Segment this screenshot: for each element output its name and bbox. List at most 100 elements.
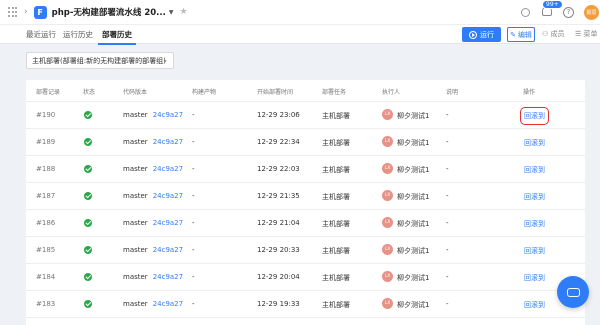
deploy-record-id[interactable]: #189 [36,138,55,146]
pipeline-title[interactable]: php-无构建部署流水线 20... [52,6,166,18]
deploy-record-id[interactable]: #184 [36,273,55,281]
commit-link[interactable]: 24c9a27 [153,219,183,227]
members-icon: ⚇ [542,30,549,38]
note-value: - [446,138,449,146]
commit-link[interactable]: 24c9a27 [153,111,183,119]
tab-run-history[interactable]: 运行历史 [63,29,93,40]
search-icon[interactable] [521,7,530,17]
run-button[interactable]: 运行 [462,27,501,42]
note-value: - [446,300,449,308]
code-version: master 24c9a27 [123,138,183,146]
deploy-task-select-value: 主机部署(部署组:新的无构建部署的部署组) [32,56,166,65]
chat-button[interactable] [557,276,589,308]
executor-name: 柳夕测试1 [397,274,430,282]
deploy-task-name: 主机部署 [322,166,350,174]
deploy-task-name: 主机部署 [322,274,350,282]
table-row: #190 master 24c9a27 - 12-29 23:06 主机部署 LX 柳夕测试1… [26,102,585,129]
start-time: 12-29 19:33 [257,300,300,308]
members-link[interactable]: ⚇ 成员 [542,29,565,39]
commit-link[interactable]: 24c9a27 [153,165,183,173]
artifact-value: - [192,219,195,227]
rollback-link[interactable]: 回滚到 [524,300,545,310]
note-value: - [446,246,449,254]
commit-link[interactable]: 24c9a27 [153,273,183,281]
deploy-record-id[interactable]: #186 [36,219,55,227]
deploy-history-table: 部署记录 状态 代码版本 构建产物 开始部署时间 部署任务 执行人 说明 操作 … [26,80,585,325]
executor-avatar: LX [382,163,393,174]
executor-name: 柳夕测试1 [397,112,430,120]
commit-link[interactable]: 24c9a27 [153,246,183,254]
artifact-value: - [192,192,195,200]
start-time: 12-29 22:03 [257,165,300,173]
chevron-down-icon: ⌄ [162,56,168,64]
star-icon[interactable]: ★ [179,7,187,17]
note-value: - [446,192,449,200]
active-tab-indicator [98,43,136,45]
edit-button-label: 编辑 [517,30,532,39]
menu-link[interactable]: ☰ 菜单 [575,29,598,39]
executor-avatar: LX [382,190,393,201]
deploy-record-id[interactable]: #183 [36,300,55,308]
artifact-value: - [192,300,195,308]
start-time: 12-29 21:04 [257,219,300,227]
rollback-link[interactable]: 回滚到 [524,165,545,175]
deploy-record-id[interactable]: #190 [36,111,55,119]
start-time: 12-29 23:06 [257,111,300,119]
edit-button[interactable]: ✎ 编辑 [507,27,535,42]
executor-name: 柳夕测试1 [397,166,430,174]
col-artifact: 构建产物 [192,89,217,96]
branch-name: master [123,192,148,200]
members-label: 成员 [550,30,565,38]
deploy-record-id[interactable]: #188 [36,165,55,173]
deploy-task-name: 主机部署 [322,112,350,120]
col-status: 状态 [83,89,96,96]
rollback-link[interactable]: 回滚到 [524,219,545,229]
artifact-value: - [192,246,195,254]
rollback-link[interactable]: 回滚到 [524,273,545,283]
rollback-link[interactable]: 回滚到 [524,246,545,256]
artifact-value: - [192,138,195,146]
top-bar: › F php-无构建部署流水线 20... ▼ ★ 99+ ? 颜思 [0,0,600,24]
user-avatar[interactable]: 颜思 [584,4,599,20]
table-header: 部署记录 状态 代码版本 构建产物 开始部署时间 部署任务 执行人 说明 操作 [26,80,585,102]
note-value: - [446,111,449,119]
branch-name: master [123,273,148,281]
notification-badge: 99+ [542,0,563,9]
deploy-record-id[interactable]: #187 [36,192,55,200]
title-dropdown-icon[interactable]: ▼ [169,9,174,16]
deploy-record-id[interactable]: #185 [36,246,55,254]
executor-avatar: LX [382,271,393,282]
commit-link[interactable]: 24c9a27 [153,192,183,200]
code-version: master 24c9a27 [123,192,183,200]
note-value: - [446,165,449,173]
col-start-time: 开始部署时间 [257,89,294,96]
commit-link[interactable]: 24c9a27 [153,138,183,146]
rollback-link[interactable]: 回滚到 [520,107,549,125]
start-time: 12-29 22:34 [257,138,300,146]
tabs-bar: 最近运行 运行历史 部署历史 运行 ✎ 编辑 ⚇ 成员 ☰ 菜单 [0,24,600,45]
success-check-icon [84,192,92,200]
success-check-icon [84,165,92,173]
edit-icon: ✎ [510,30,516,39]
tab-recent-runs[interactable]: 最近运行 [26,29,56,40]
apps-grid-icon[interactable] [8,7,18,17]
code-version: master 24c9a27 [123,111,183,119]
rollback-link[interactable]: 回滚到 [524,192,545,202]
commit-link[interactable]: 24c9a27 [153,300,183,308]
deploy-task-select[interactable]: 主机部署(部署组:新的无构建部署的部署组) ⌄ [26,52,174,69]
notifications[interactable]: 99+ [542,0,563,18]
executor-avatar: LX [382,244,393,255]
code-version: master 24c9a27 [123,246,183,254]
top-right-tools: 99+ ? 颜思 [521,0,600,24]
table-row: #184 master 24c9a27 - 12-29 20:04 主机部署 LX 柳夕测试1… [26,264,585,291]
executor-avatar: LX [382,298,393,309]
col-code-version: 代码版本 [123,89,148,96]
help-icon[interactable]: ? [563,6,574,18]
note-value: - [446,273,449,281]
rollback-link[interactable]: 回滚到 [524,138,545,148]
executor-avatar: LX [382,136,393,147]
tab-deploy-history[interactable]: 部署历史 [102,29,132,40]
code-version: master 24c9a27 [123,165,183,173]
app-logo[interactable]: F [33,5,47,19]
branch-name: master [123,165,148,173]
